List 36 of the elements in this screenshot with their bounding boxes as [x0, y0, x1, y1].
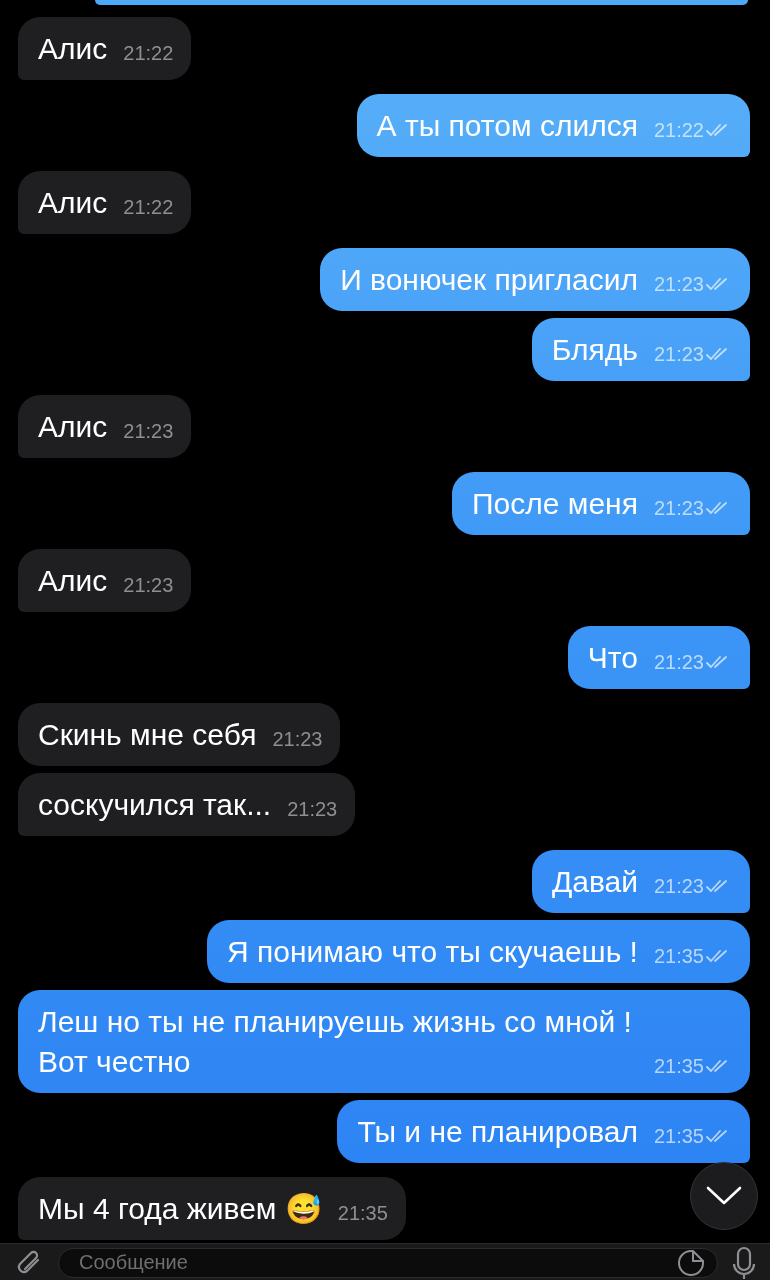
message-text: Давай — [551, 864, 638, 900]
message-text: Алис — [38, 563, 108, 599]
message-input[interactable]: Сообщение — [58, 1247, 718, 1278]
message-time: 21:35 — [337, 1201, 388, 1225]
message-text: Что — [587, 640, 638, 676]
message-text: Ты и не планировал — [357, 1114, 638, 1150]
message-text: соскучился так... — [38, 787, 272, 823]
message-text: Блядь — [551, 332, 638, 368]
message-time: 21:23 — [653, 342, 704, 366]
message-time: 21:23 — [287, 797, 338, 821]
message-time: 21:22 — [123, 195, 174, 219]
message-text: И вонючек пригласил — [340, 262, 638, 298]
message-text: Алис — [38, 409, 108, 445]
message-time: 21:22 — [123, 41, 174, 65]
message-time: 21:23 — [272, 727, 323, 751]
message-time: 21:23 — [123, 573, 174, 597]
message-time: 21:35 — [653, 1124, 704, 1148]
message-text: Мы 4 года живем 😅 — [38, 1191, 322, 1227]
message-text: Алис — [38, 31, 108, 67]
sticker-icon[interactable] — [676, 1247, 706, 1278]
chevron-down-icon — [706, 1186, 742, 1206]
message-time: 21:35 — [653, 1054, 704, 1078]
message-time: 21:23 — [123, 419, 174, 443]
message-text: Леш но ты не планируешь жизнь со мной ! Вот честно — [38, 1004, 633, 1080]
message-time: 21:22 — [653, 118, 704, 142]
message-text: Алис — [38, 185, 108, 221]
message-time: 21:35 — [653, 944, 704, 968]
message-text: После меня — [472, 486, 638, 522]
message-text: Скинь мне себя — [38, 717, 257, 753]
message-text: А ты потом слился — [376, 108, 638, 144]
message-text: Я понимаю что ты скучаешь ! — [227, 934, 638, 970]
microphone-icon[interactable] — [732, 1245, 756, 1280]
message-time: 21:23 — [653, 874, 704, 898]
message-time: 21:23 — [653, 496, 704, 520]
message-time: 21:23 — [653, 272, 704, 296]
message-time: 21:23 — [653, 650, 704, 674]
